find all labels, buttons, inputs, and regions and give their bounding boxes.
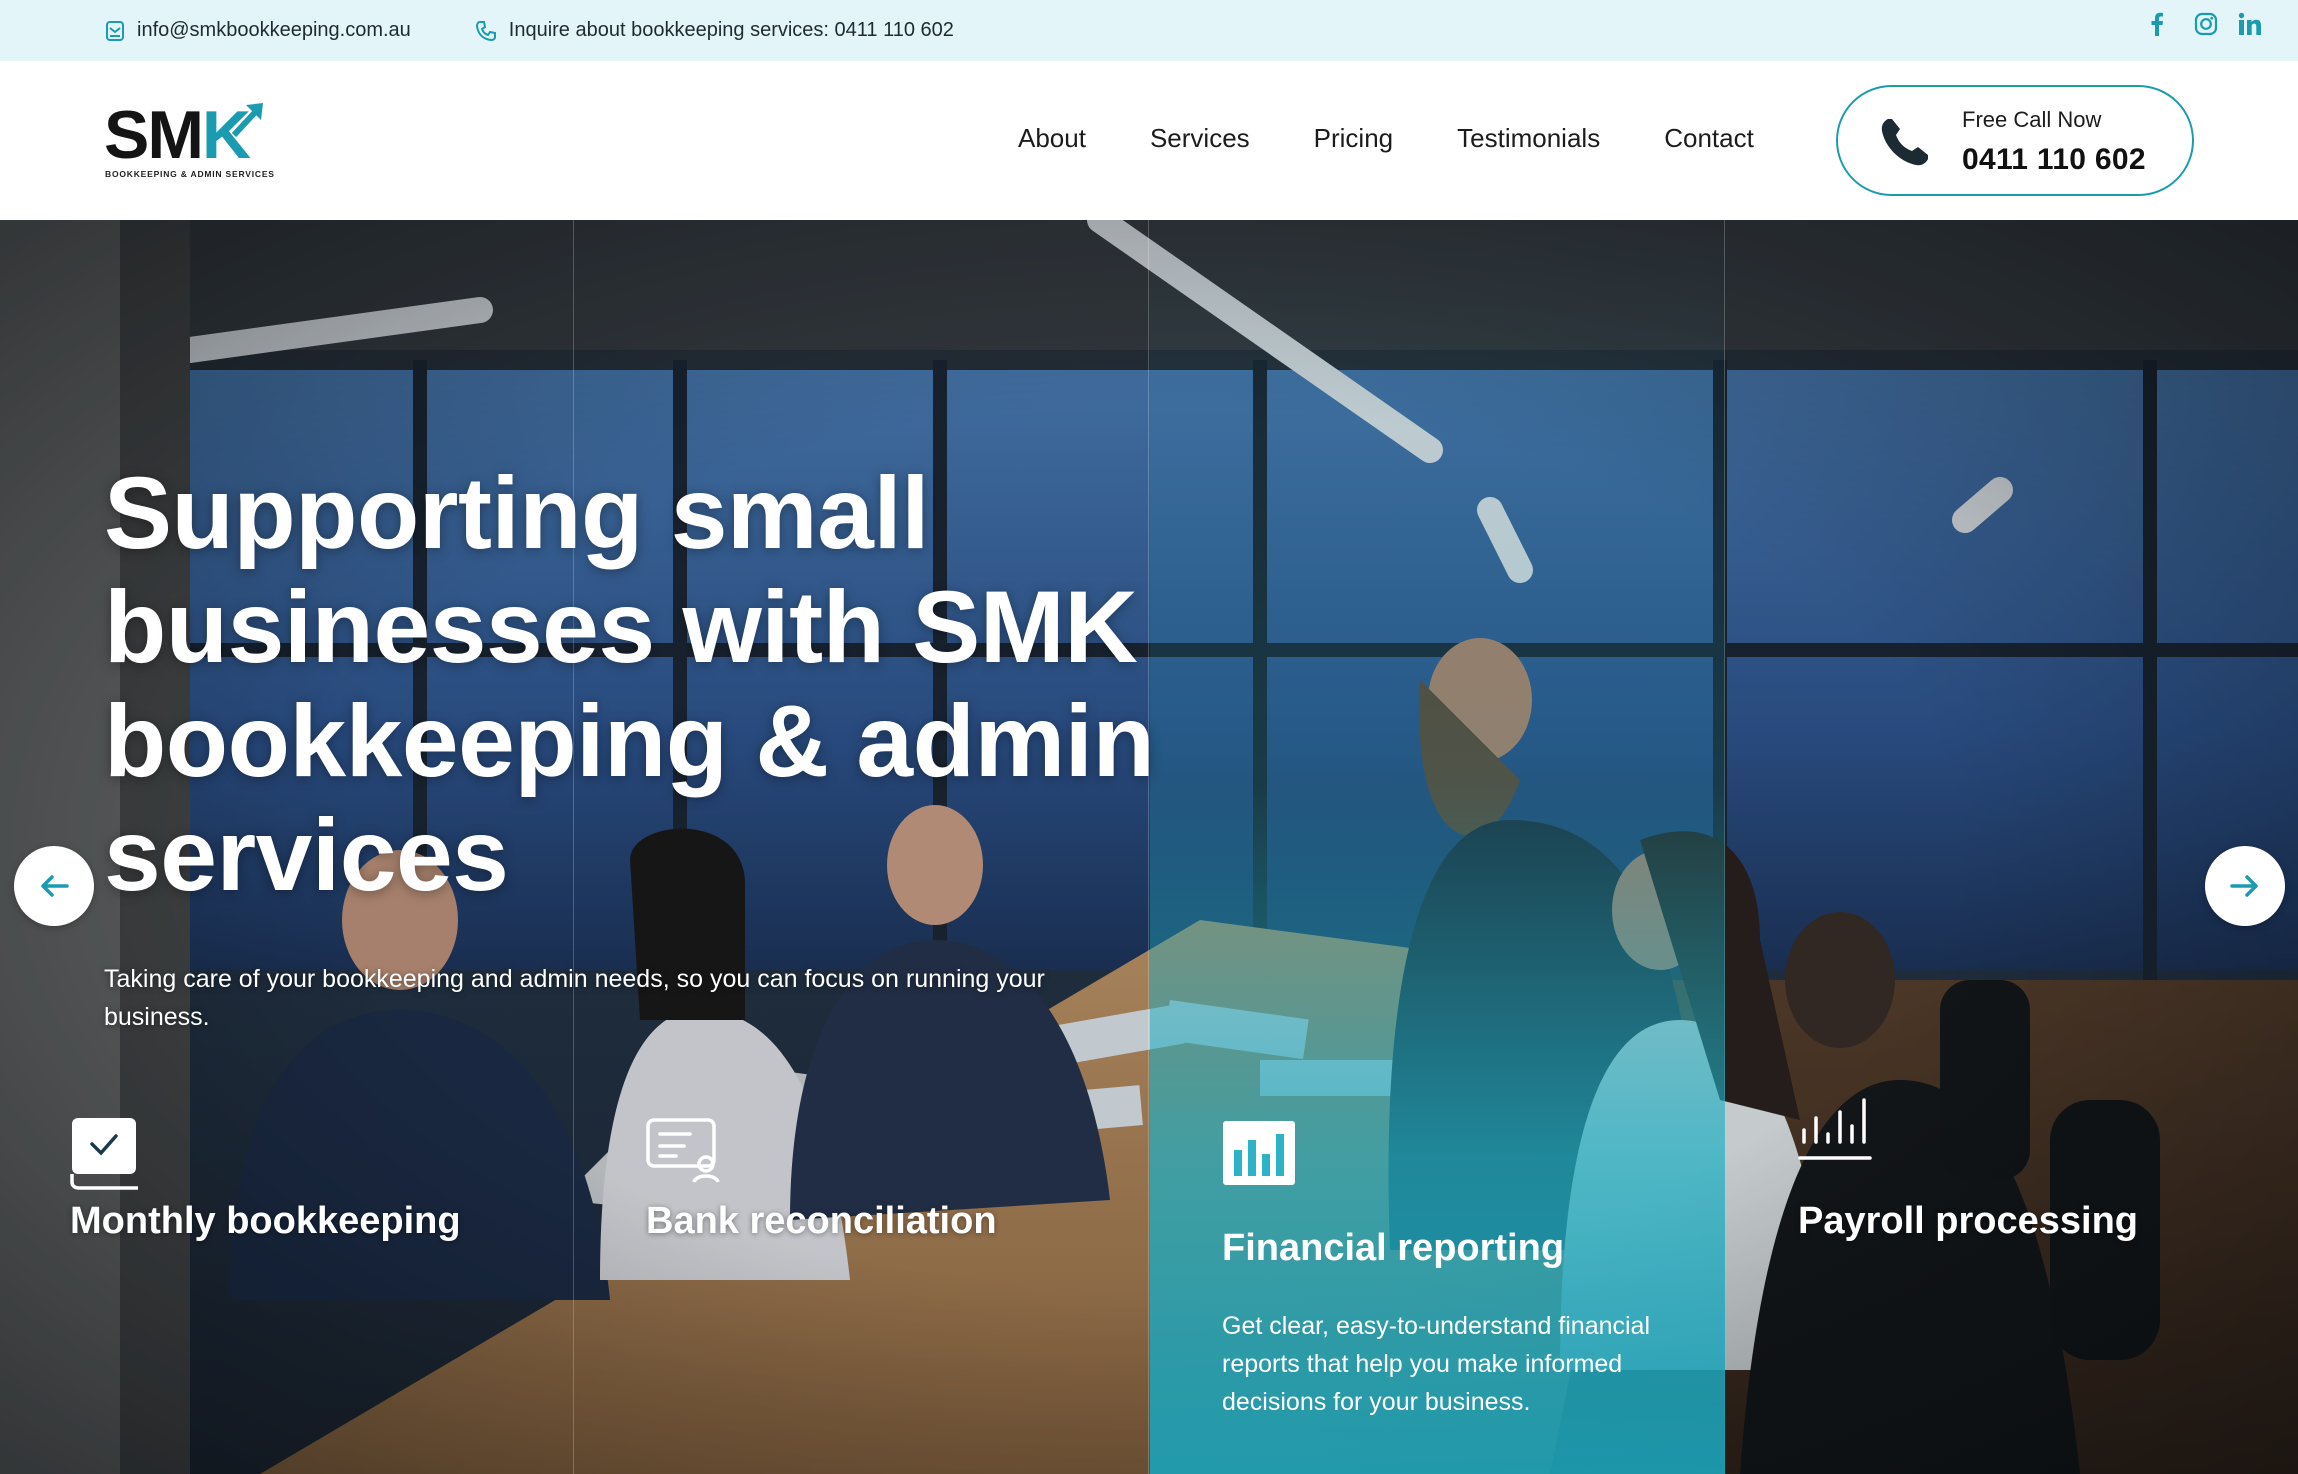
service-description: Get clear, easy-to-understand financial … [1222,1312,1651,1416]
phone-icon [475,20,496,41]
email-icon [106,20,124,41]
arrow-left-icon [41,875,69,897]
service-title: Payroll processing [1798,1200,2139,1242]
logo-arrow-icon [231,103,263,137]
service-card-bank-reconciliation[interactable]: Bank reconciliation [646,1118,997,1243]
smk-logo[interactable]: SMK BOOKKEEPING & ADMIN SERVICES [104,97,274,183]
hero-lead: Taking care of your bookkeeping and admi… [104,965,1045,1031]
phone-handset-icon [1881,119,1928,166]
inquiry-text: Inquire about bookkeeping services: 0411… [508,19,954,41]
payroll-chart-icon [1798,1098,1872,1160]
arrow-right-icon [2230,875,2258,897]
service-card-monthly-bookkeeping[interactable]: Monthly bookkeeping [70,1118,461,1243]
top-info-bar: info@smkbookkeeping.com.au Inquire about… [0,0,2298,61]
service-title: Financial reporting [1222,1227,1565,1269]
service-title: Bank reconciliation [646,1200,997,1242]
slider-next-button[interactable] [2205,846,2285,926]
nav-about[interactable]: About [1018,123,1086,154]
checklist-icon [70,1118,138,1190]
social-links [2068,0,2298,61]
service-card-financial-reporting[interactable]: Financial reporting Get clear, easy-to-u… [1150,220,1725,1474]
email-link[interactable]: info@smkbookkeeping.com.au [105,19,411,42]
call-number: 0411 110 602 [1962,143,2146,176]
nav-testimonials[interactable]: Testimonials [1457,123,1600,154]
slider-prev-button[interactable] [14,846,94,926]
instagram-icon[interactable] [2194,12,2230,42]
free-call-button[interactable]: Free Call Now 0411 110 602 [1836,85,2194,196]
nav-services[interactable]: Services [1150,123,1250,154]
email-text: info@smkbookkeeping.com.au [137,19,411,41]
site-header: SMK BOOKKEEPING & ADMIN SERVICES About S… [0,61,2298,220]
hero-slider: Financial reporting Get clear, easy-to-u… [0,220,2298,1474]
service-card-payroll-processing[interactable]: Payroll processing [1798,1098,2139,1243]
nav-pricing[interactable]: Pricing [1314,123,1393,154]
facebook-icon[interactable] [2150,12,2176,42]
nav-contact[interactable]: Contact [1664,123,1754,154]
linkedin-icon[interactable] [2238,12,2274,42]
bar-chart-icon [1223,1121,1295,1185]
statement-icon [646,1118,720,1183]
logo-subtitle: BOOKKEEPING & ADMIN SERVICES [105,169,275,179]
call-label: Free Call Now [1962,107,2102,132]
service-title: Monthly bookkeeping [70,1200,461,1242]
main-nav: About Services Pricing Testimonials Cont… [1018,123,1754,154]
logo-wordmark: SMK [104,97,251,173]
inquiry-phone-link[interactable]: Inquire about bookkeeping services: 0411… [475,19,954,42]
hero-heading: Supporting small businesses with SMK boo… [104,456,1155,912]
